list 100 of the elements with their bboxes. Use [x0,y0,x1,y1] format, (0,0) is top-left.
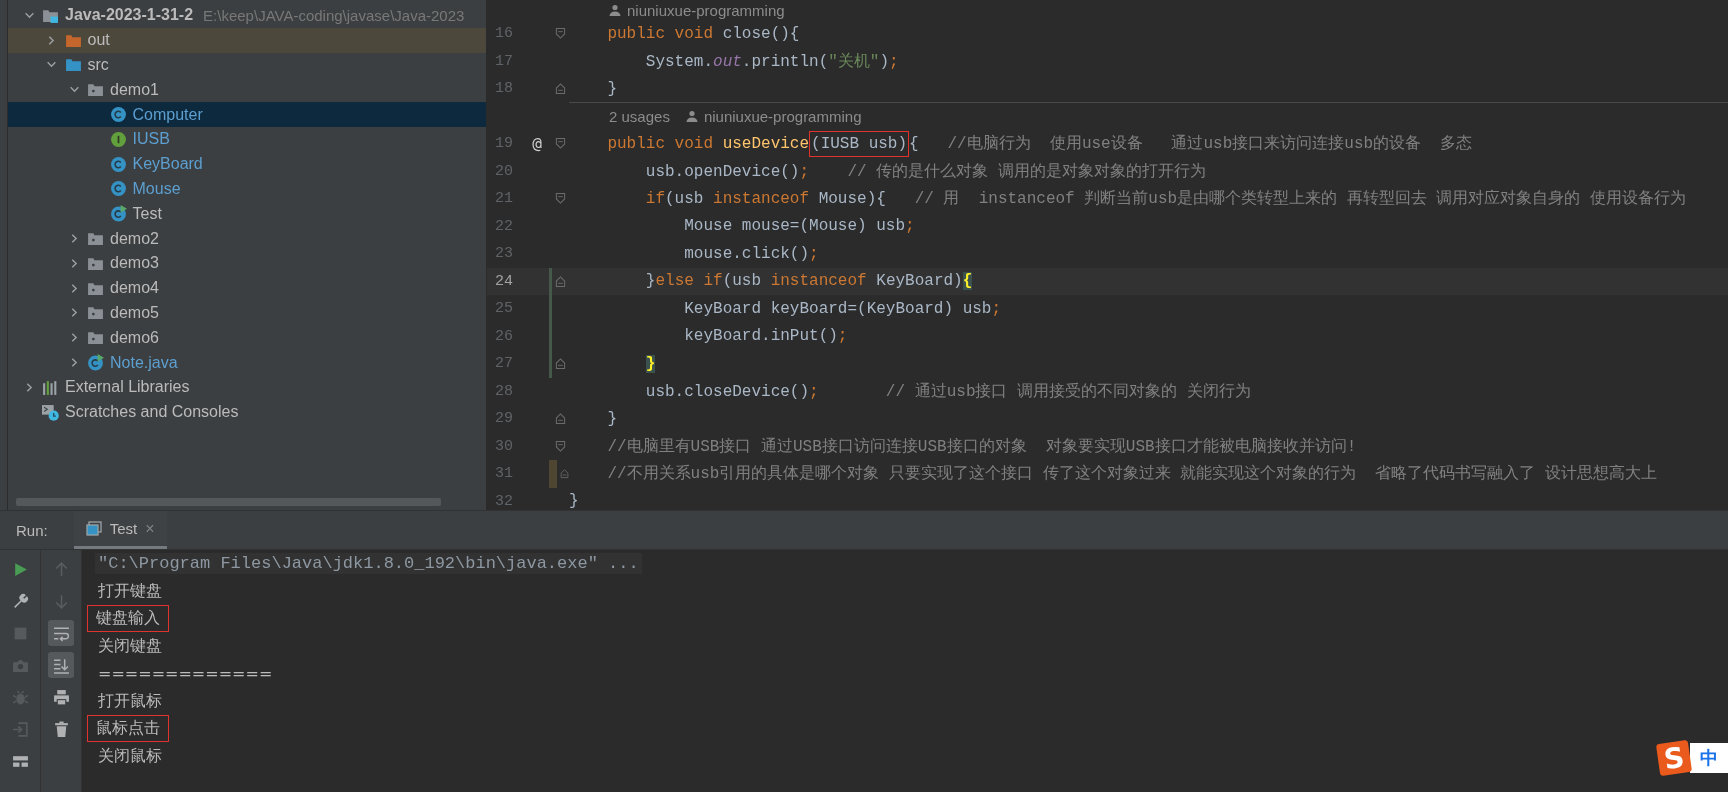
tree-label: Note.java [110,353,178,372]
tree-label: demo4 [110,279,159,298]
code-line: keyBoard.inPut(); [683,327,848,346]
tree-row[interactable]: out [8,27,486,53]
code-line: } [606,409,617,428]
line-number: 27 [494,355,514,373]
output-line: 关闭键盘 [97,634,163,657]
change-marker[interactable] [549,295,552,323]
change-marker[interactable] [549,322,552,350]
line-number: 31 [494,465,514,483]
package-icon [87,329,104,347]
tab-label: Test [109,520,138,537]
fold-icon[interactable] [555,137,566,151]
line-number: 18 [494,80,514,98]
scratches-icon [42,403,59,421]
tree-label: Computer [132,105,203,124]
library-icon [42,378,59,396]
code-line: KeyBoard keyBoard=(KeyBoard) usb; [683,299,1002,318]
fold-icon[interactable] [555,82,566,96]
tree-row[interactable]: demo5 [8,300,486,326]
change-marker[interactable] [549,350,552,378]
tree-label: demo5 [110,303,159,322]
fold-icon[interactable] [555,439,566,453]
input-method-indicator[interactable]: S 中 [1658,742,1728,774]
line-number: 19 [494,135,514,153]
tree-row[interactable]: demo3 [8,250,486,276]
line-number: 21 [494,190,514,208]
tree-label: out [87,31,110,50]
line-number: 16 [494,25,514,43]
tree-row[interactable]: demo4 [8,275,486,301]
tree-row[interactable]: Computer [8,102,486,127]
tree-row[interactable]: Test [8,201,486,227]
person-icon [685,110,698,123]
tree-row[interactable]: demo2 [8,226,486,251]
tree-row[interactable]: demo6 [8,325,486,351]
output-line: ============= [97,663,274,685]
tree-label: External Libraries [65,378,190,397]
tree-label: IUSB [132,130,170,149]
runnable-class-icon [87,354,104,372]
output-line: 关闭鼠标 [97,744,163,767]
class-icon [109,155,127,173]
fold-icon[interactable] [555,357,566,371]
line-number: 30 [494,437,514,455]
code-line: Mouse mouse=(Mouse) usb; [683,217,915,236]
tree-row[interactable]: Scratches and Consoles [8,399,486,425]
code-line: public void useDevice(IUSB usb){ //电脑行为 使用use设备 通过usb接口来访问连接usb的设备 多态 [569,133,1473,155]
fold-icon[interactable] [555,412,566,426]
line-number: 20 [494,162,514,180]
code-line: //电脑里有USB接口 通过USB接口访问连接USB接口的对象 对象要实现USB接口才能被电脑接收并访问! [606,436,1357,457]
line-number: 25 [494,300,514,318]
output-line: 打开键盘 [97,579,163,602]
tree-label: src [87,56,109,74]
class-icon [109,180,127,198]
tree-row[interactable]: Note.java [8,350,486,375]
ime-mode: 中 [1690,743,1728,773]
code-line: if(usb instanceof Mouse){ // 用 instanceof 判断当前usb是由哪个类转型上来的 再转型回去 调用对应对象自身的 使用设备行为 [644,188,1686,210]
chevron-right-icon[interactable] [46,34,57,46]
code-line: usb.closeDevice(); // 通过usb接口 调用接受的不同对象的 关闭行为 [644,381,1251,402]
fold-icon[interactable] [560,467,569,481]
tree-row[interactable]: demo1 [8,77,486,103]
usages-hint[interactable]: 2 usages [609,107,670,125]
class-icon [109,106,127,124]
horizontal-scrollbar[interactable] [16,498,441,506]
runnable-class-icon [109,205,127,223]
line-number: 17 [494,52,514,70]
tree-label: demo2 [110,229,159,248]
code-line: mouse.click(); [683,244,819,263]
run-label: Run: [16,521,48,539]
console-icon [85,520,102,537]
tree-label: Test [132,204,162,223]
code-line: public void close(){ [606,24,800,43]
change-marker[interactable] [549,267,552,295]
interface-icon [109,130,127,148]
person-icon [609,4,621,16]
author-hint[interactable]: niuniuxue-programming [703,107,862,125]
tree-row[interactable]: IUSB [8,127,486,152]
fold-icon[interactable] [555,274,566,288]
tree-row[interactable]: Java-2023-1-31-2 E:\keep\JAVA-coding\javase\Java-2023 [8,3,486,28]
tree-row[interactable]: Mouse [8,176,486,202]
line-number: 22 [494,217,514,235]
author-hint[interactable]: niuniuxue-programming [627,1,785,19]
code-line: } [569,492,579,510]
fold-icon[interactable] [555,192,566,206]
line-number: 28 [494,382,514,400]
tree-row[interactable]: External Libraries [8,374,486,400]
tree-label: KeyBoard [132,155,203,174]
package-icon [87,81,104,99]
tree-row[interactable]: KeyBoard [8,151,486,177]
fold-icon[interactable] [555,27,566,41]
override-marker[interactable]: @ [532,134,542,154]
output-line: 打开鼠标 [97,689,163,712]
line-number: 24 [494,272,514,290]
line-number: 32 [494,492,514,510]
tree-row[interactable]: src [8,52,486,78]
code-line: usb.openDevice(); // 传的是什么对象 调用的是对象对象的打开行为 [644,161,1206,182]
line-number: 29 [494,410,514,428]
line-number: 23 [494,245,514,263]
tree-label: demo3 [110,254,159,273]
change-marker[interactable] [549,460,557,488]
tree-label: Scratches and Consoles [65,403,239,422]
